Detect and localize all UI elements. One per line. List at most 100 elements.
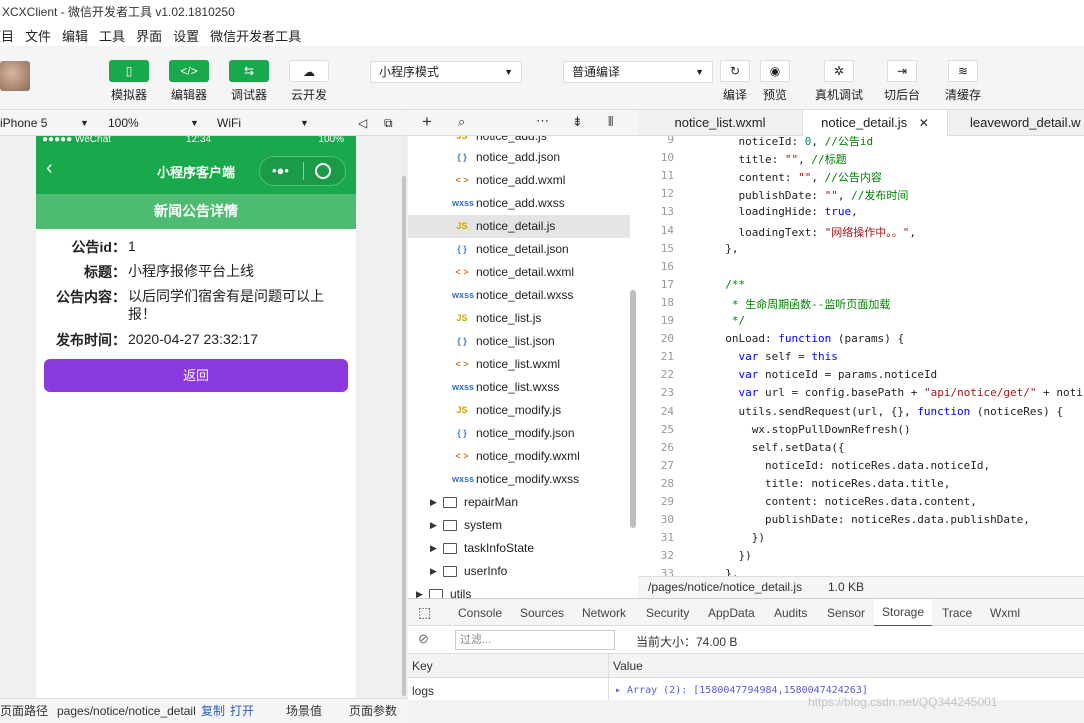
- code-line[interactable]: },: [712, 567, 738, 576]
- clear-cache-button[interactable]: ≋ 清缓存: [944, 60, 982, 103]
- cloud-dev-button[interactable]: ☁ 云开发: [288, 60, 330, 103]
- open-link[interactable]: 打开: [230, 699, 254, 723]
- folder-item[interactable]: ▶ repairMan: [408, 491, 630, 514]
- file-item[interactable]: { } notice_list.json: [408, 330, 630, 353]
- file-item[interactable]: JS notice_list.js: [408, 307, 630, 330]
- avatar[interactable]: [0, 61, 30, 91]
- editor-button[interactable]: </> 编辑器: [168, 60, 210, 103]
- code-line[interactable]: content: "", //公告内容: [712, 169, 881, 185]
- code-line[interactable]: content: noticeRes.data.content,: [712, 495, 977, 508]
- tab-security[interactable]: Security: [646, 599, 689, 627]
- file-item[interactable]: { } notice_modify.json: [408, 422, 630, 445]
- tab-audits[interactable]: Audits: [774, 599, 807, 627]
- code-line[interactable]: */: [712, 314, 745, 327]
- clear-icon[interactable]: ⊘: [418, 631, 429, 647]
- code-line[interactable]: noticeId: 0, //公告id: [712, 136, 873, 149]
- page-params[interactable]: 页面参数: [349, 699, 397, 723]
- zoom-select[interactable]: 100%: [108, 114, 139, 132]
- tab-storage[interactable]: Storage: [874, 599, 933, 627]
- search-icon[interactable]: ⌕: [458, 114, 465, 130]
- code-line[interactable]: }): [712, 531, 765, 544]
- close-icon[interactable]: ✕: [919, 116, 929, 130]
- file-item[interactable]: wxss notice_add.wxss: [408, 192, 630, 215]
- file-item[interactable]: JS notice_detail.js: [408, 215, 630, 238]
- code-line[interactable]: },: [712, 242, 738, 255]
- tab-network[interactable]: Network: [582, 599, 626, 627]
- code-line[interactable]: publishDate: noticeRes.data.publishDate,: [712, 513, 1030, 526]
- chevron-right-icon[interactable]: ▶: [430, 514, 437, 537]
- network-select[interactable]: WiFi: [217, 114, 241, 132]
- more-icon[interactable]: •●•: [272, 163, 289, 179]
- code-line[interactable]: noticeId: noticeRes.data.noticeId,: [712, 459, 990, 472]
- tab-appdata[interactable]: AppData: [708, 599, 755, 627]
- file-item[interactable]: < > notice_add.wxml: [408, 169, 630, 192]
- volume-icon[interactable]: ◁: [358, 114, 367, 132]
- device-select[interactable]: iPhone 5: [0, 114, 47, 132]
- preview-button[interactable]: ◉ 预览: [760, 60, 790, 103]
- file-item[interactable]: wxss notice_list.wxss: [408, 376, 630, 399]
- capsule-menu[interactable]: •●•: [259, 156, 346, 186]
- back-button[interactable]: 返回: [44, 359, 348, 392]
- mode-select[interactable]: 小程序模式 ▼: [370, 61, 522, 83]
- split-icon[interactable]: ⫴: [608, 114, 613, 130]
- chevron-right-icon[interactable]: ▶: [430, 560, 437, 583]
- remote-debug-button[interactable]: ✲ 真机调试: [812, 60, 866, 103]
- file-item[interactable]: { } notice_add.json: [408, 146, 630, 169]
- menu-item[interactable]: 界面: [136, 26, 162, 45]
- file-item[interactable]: < > notice_list.wxml: [408, 353, 630, 376]
- menu-item[interactable]: 工具: [99, 26, 125, 45]
- chevron-right-icon[interactable]: ▶: [430, 537, 437, 560]
- menu-item[interactable]: 项目: [0, 26, 14, 45]
- file-item[interactable]: { } notice_detail.json: [408, 238, 630, 261]
- code-line[interactable]: }): [712, 549, 751, 562]
- background-button[interactable]: ⇥ 切后台: [884, 60, 920, 103]
- menu-item[interactable]: 微信开发者工具: [210, 26, 301, 45]
- add-icon[interactable]: +: [422, 112, 432, 132]
- tab-sensor[interactable]: Sensor: [827, 599, 865, 627]
- tab-console[interactable]: Console: [458, 599, 502, 627]
- folder-item[interactable]: ▶ taskInfoState: [408, 537, 630, 560]
- tab-sources[interactable]: Sources: [520, 599, 564, 627]
- detach-icon[interactable]: ⧉: [384, 114, 393, 132]
- code-line[interactable]: utils.sendRequest(url, {}, function (not…: [712, 405, 1063, 418]
- chevron-right-icon[interactable]: ▶: [430, 491, 437, 514]
- inspect-icon[interactable]: ⬚: [418, 604, 431, 621]
- menu-item[interactable]: 设置: [173, 26, 199, 45]
- tab-notice-detail-js[interactable]: notice_detail.js ✕: [802, 110, 948, 136]
- collapse-icon[interactable]: ⇟: [572, 114, 583, 130]
- code-line[interactable]: title: "", //标题: [712, 151, 846, 167]
- tab-trace[interactable]: Trace: [942, 599, 972, 627]
- file-item[interactable]: JS notice_modify.js: [408, 399, 630, 422]
- scene-value[interactable]: 场景值: [286, 699, 322, 723]
- code-line[interactable]: var url = config.basePath + "api/notice/…: [712, 386, 1084, 399]
- simulator-scrollbar[interactable]: [401, 136, 407, 698]
- code-line[interactable]: loadingHide: true,: [712, 205, 857, 218]
- file-item[interactable]: wxss notice_modify.wxss: [408, 468, 630, 491]
- folder-item[interactable]: ▶ system: [408, 514, 630, 537]
- file-item[interactable]: < > notice_detail.wxml: [408, 261, 630, 284]
- code-line[interactable]: loadingText: "网络操作中。。",: [712, 224, 915, 240]
- code-line[interactable]: * 生命周期函数--监听页面加载: [712, 296, 891, 312]
- code-line[interactable]: onLoad: function (params) {: [712, 332, 904, 345]
- more-icon[interactable]: ⋯: [536, 113, 549, 129]
- code-line[interactable]: title: noticeRes.data.title,: [712, 477, 950, 490]
- code-line[interactable]: /**: [712, 278, 745, 291]
- tab-leaveword-detail[interactable]: leaveword_detail.w: [954, 110, 1084, 136]
- simulator-button[interactable]: ▯ 模拟器: [108, 60, 150, 103]
- tab-notice-list-wxml[interactable]: notice_list.wxml: [638, 110, 802, 136]
- copy-link[interactable]: 复制: [201, 699, 225, 723]
- code-line[interactable]: wx.stopPullDownRefresh(): [712, 423, 911, 436]
- file-item[interactable]: < > notice_modify.wxml: [408, 445, 630, 468]
- menu-item[interactable]: 编辑: [62, 26, 88, 45]
- compile-button[interactable]: ↻ 编译: [720, 60, 750, 103]
- chevron-right-icon[interactable]: ▶: [416, 583, 423, 598]
- code-editor[interactable]: 9 noticeId: 0, //公告id 10 title: "", //标题 1…: [638, 136, 1084, 576]
- code-line[interactable]: var noticeId = params.noticeId: [712, 368, 938, 381]
- file-item[interactable]: wxss notice_detail.wxss: [408, 284, 630, 307]
- scrollbar-thumb[interactable]: [402, 176, 406, 696]
- tab-wxml[interactable]: Wxml: [990, 599, 1020, 627]
- filter-input[interactable]: 过滤...: [455, 630, 615, 650]
- menu-item[interactable]: 文件: [25, 26, 51, 45]
- file-tree-scrollbar[interactable]: [630, 290, 636, 528]
- code-line[interactable]: publishDate: "", //发布时间: [712, 187, 908, 203]
